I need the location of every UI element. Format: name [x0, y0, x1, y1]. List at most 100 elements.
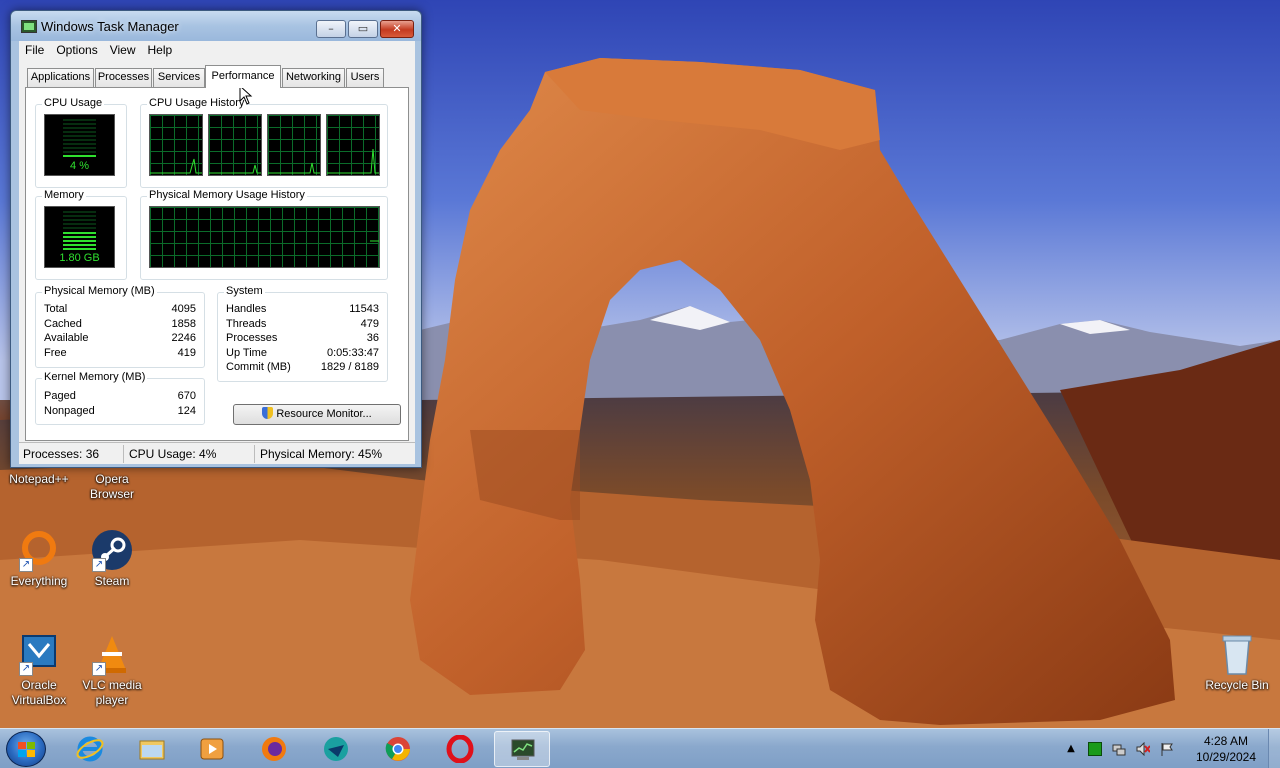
show-desktop-button[interactable] — [1268, 729, 1280, 768]
stat-key: Total — [44, 303, 68, 315]
stat-value: 2246 — [171, 332, 196, 344]
close-button[interactable]: ✕ — [380, 20, 414, 38]
action-center-flag-icon[interactable] — [1160, 742, 1174, 756]
cpu-usage-value: 4 % — [70, 160, 89, 172]
recycle-bin-icon — [1215, 632, 1259, 676]
memory-group: Memory 1.80 GB — [35, 189, 127, 280]
taskbar-firefox[interactable] — [246, 731, 302, 767]
chrome-icon — [385, 737, 410, 761]
show-hidden-icons-icon[interactable]: ▲ — [1064, 742, 1078, 756]
tray-app-icon[interactable] — [1088, 742, 1102, 756]
taskbar-media-player[interactable] — [184, 731, 240, 767]
stat-key: Threads — [226, 318, 267, 330]
stat-available: Available 2246 — [44, 332, 196, 346]
stat-total: Total 4095 — [44, 303, 196, 317]
tab-performance[interactable]: Performance — [205, 65, 281, 88]
stat-key: Commit (MB) — [226, 361, 291, 373]
menu-file[interactable]: File — [19, 41, 50, 59]
tab-processes[interactable]: Processes — [95, 68, 152, 87]
kernel-memory-label: Kernel Memory (MB) — [42, 371, 148, 383]
menu-bar: File Options View Help — [19, 41, 415, 61]
menu-help[interactable]: Help — [142, 41, 179, 59]
stat-key: Cached — [44, 318, 82, 330]
status-divider — [123, 445, 124, 463]
memory-meter: 1.80 GB — [44, 206, 115, 268]
physical-memory-group: Physical Memory (MB) Total 4095 Cached 185… — [35, 285, 205, 368]
taskbar-opera[interactable] — [432, 731, 488, 767]
stat-paged: Paged 670 — [44, 390, 196, 404]
cpu-meter-bars — [63, 119, 96, 157]
volume-muted-icon[interactable] — [1136, 742, 1150, 756]
memory-value: 1.80 GB — [59, 252, 100, 264]
shortcut-arrow-icon: ↗ — [92, 662, 106, 676]
desktop-icon-notepadpp[interactable]: Notepad++ — [0, 472, 78, 487]
network-icon[interactable] — [1112, 742, 1126, 756]
task-manager-window[interactable]: Windows Task Manager – ▭ ✕ File Options Vi… — [10, 10, 422, 468]
shortcut-arrow-icon: ↗ — [19, 558, 33, 572]
stat-value: 36 — [366, 332, 379, 344]
stat-cached: Cached 1858 — [44, 318, 196, 332]
stat-key: Handles — [226, 303, 267, 315]
stat-value: 124 — [177, 405, 196, 417]
stat-key: Nonpaged — [44, 405, 95, 417]
tab-applications[interactable]: Applications — [27, 68, 94, 87]
window-body: Applications Processes Services Performa… — [19, 61, 415, 444]
minimize-button[interactable]: – — [316, 20, 346, 38]
cpu-usage-group: CPU Usage 4 % — [35, 97, 127, 188]
title-bar[interactable]: Windows Task Manager – ▭ ✕ — [11, 11, 421, 41]
status-bar: Processes: 36 CPU Usage: 4% Physical Mem… — [19, 442, 415, 464]
menu-options[interactable]: Options — [50, 41, 103, 59]
resource-monitor-label: Resource Monitor... — [276, 408, 372, 420]
status-cpu: CPU Usage: 4% — [129, 447, 217, 461]
memory-history-label: Physical Memory Usage History — [147, 189, 307, 201]
desktop-icon-vlc[interactable]: ↗ VLC media player — [73, 632, 151, 708]
stat-value: 670 — [177, 390, 196, 402]
cpu-usage-meter: 4 % — [44, 114, 115, 176]
taskbar-app[interactable] — [308, 731, 364, 767]
system-label: System — [224, 285, 265, 297]
desktop-icon-opera[interactable]: Opera Browser — [73, 472, 151, 502]
stat-value: 11543 — [349, 303, 379, 315]
stat-nonpaged: Nonpaged 124 — [44, 405, 196, 419]
everything-icon: ↗ — [17, 528, 61, 572]
firefox-icon — [262, 737, 286, 761]
stat-free: Free 419 — [44, 347, 196, 361]
resource-monitor-button[interactable]: Resource Monitor... — [233, 404, 401, 425]
desktop-icon-recycle-bin[interactable]: Recycle Bin — [1198, 632, 1276, 693]
virtualbox-icon: ↗ — [17, 632, 61, 676]
internet-explorer-icon — [76, 736, 104, 762]
clock[interactable]: 4:28 AM 10/29/2024 — [1190, 733, 1262, 765]
opera-icon — [446, 735, 474, 763]
stat-value: 419 — [177, 347, 196, 359]
tab-networking[interactable]: Networking — [282, 68, 345, 87]
tab-services[interactable]: Services — [153, 68, 205, 87]
steam-label: Steam — [94, 574, 130, 588]
mouse-cursor-icon — [239, 85, 253, 105]
memory-meter-bars — [63, 211, 96, 250]
desktop-icon-virtualbox[interactable]: ↗ Oracle VirtualBox — [0, 632, 78, 708]
start-button[interactable] — [6, 731, 46, 767]
stat-value: 1829 / 8189 — [320, 361, 379, 373]
menu-view[interactable]: View — [104, 41, 142, 59]
vlc-label: VLC media player — [82, 678, 142, 707]
taskbar-file-explorer[interactable] — [124, 731, 180, 767]
notepadpp-label: Notepad++ — [9, 472, 69, 486]
taskbar-chrome[interactable] — [370, 731, 426, 767]
stat-processes: Processes 36 — [226, 332, 379, 346]
shortcut-arrow-icon: ↗ — [92, 558, 106, 572]
tab-users[interactable]: Users — [346, 68, 384, 87]
media-player-icon — [200, 738, 224, 760]
performance-panel: CPU Usage 4 % CPU Usage History Memory 1… — [25, 87, 409, 441]
desktop-icon-everything[interactable]: ↗ Everything — [0, 528, 78, 589]
maximize-button[interactable]: ▭ — [348, 20, 378, 38]
cpu-history-graph-core-1 — [149, 114, 203, 176]
stat-key: Up Time — [226, 347, 267, 359]
cpu-history-graph-core-4 — [326, 114, 380, 176]
virtualbox-label: Oracle VirtualBox — [11, 678, 67, 707]
cpu-usage-label: CPU Usage — [42, 97, 105, 109]
taskbar-task-manager[interactable] — [494, 731, 550, 767]
task-manager-icon — [511, 739, 535, 760]
desktop-icon-steam[interactable]: ↗ Steam — [73, 528, 151, 589]
window-title: Windows Task Manager — [41, 19, 179, 34]
taskbar-internet-explorer[interactable] — [62, 731, 118, 767]
